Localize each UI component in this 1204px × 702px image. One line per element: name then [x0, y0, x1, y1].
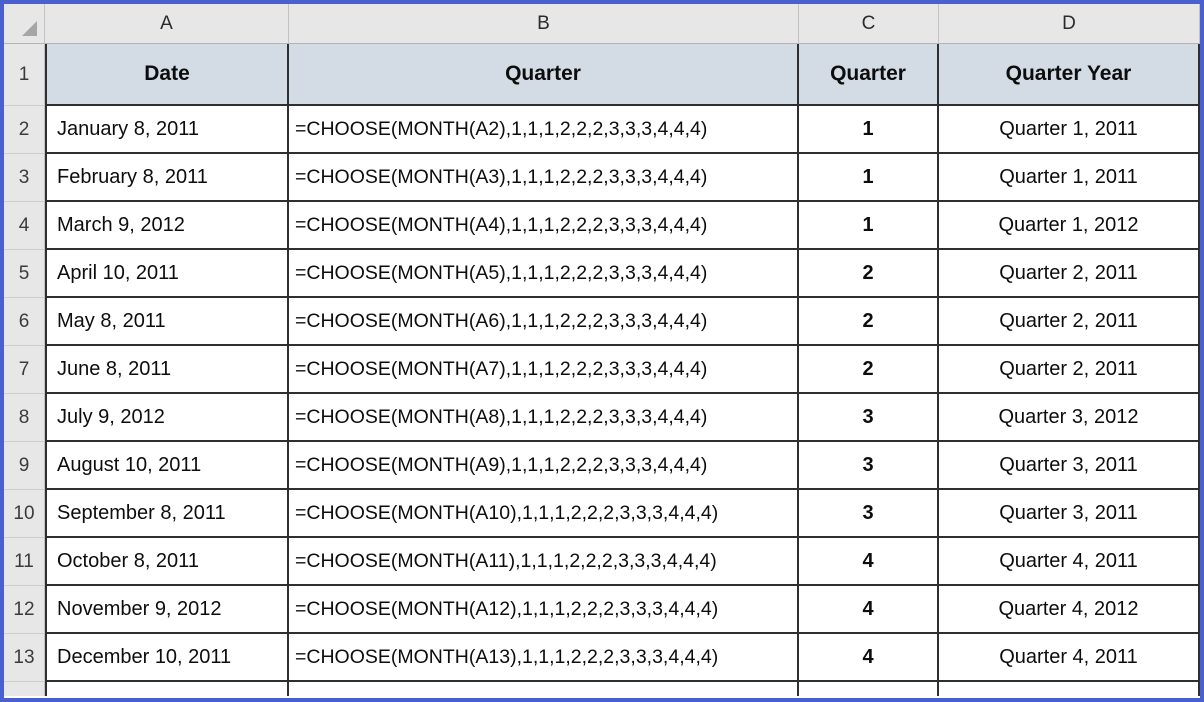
row-header-7[interactable]: 7: [4, 346, 45, 394]
select-all-triangle-icon: [22, 21, 37, 36]
cell-formula[interactable]: =CHOOSE(MONTH(A12),1,1,1,2,2,2,3,3,3,4,4…: [289, 586, 799, 634]
cell-quarter[interactable]: 1: [799, 154, 939, 202]
partial-cell-b: [289, 682, 799, 696]
cell-date[interactable]: December 10, 2011: [45, 634, 289, 682]
cell-formula[interactable]: =CHOOSE(MONTH(A10),1,1,1,2,2,2,3,3,3,4,4…: [289, 490, 799, 538]
cell-formula[interactable]: =CHOOSE(MONTH(A5),1,1,1,2,2,2,3,3,3,4,4,…: [289, 250, 799, 298]
select-all-button[interactable]: [4, 4, 45, 44]
cell-quarter[interactable]: 4: [799, 586, 939, 634]
table-row: 8 July 9, 2012 =CHOOSE(MONTH(A8),1,1,1,2,2…: [4, 394, 1200, 442]
table-row: 13 December 10, 2011 =CHOOSE(MONTH(A13),1,…: [4, 634, 1200, 682]
row-header-3[interactable]: 3: [4, 154, 45, 202]
spreadsheet-grid: A B C D 1 Date Quarter Quarter Quarter Y…: [0, 0, 1204, 702]
cell-date[interactable]: October 8, 2011: [45, 538, 289, 586]
cell-formula[interactable]: =CHOOSE(MONTH(A6),1,1,1,2,2,2,3,3,3,4,4,…: [289, 298, 799, 346]
cell-formula[interactable]: =CHOOSE(MONTH(A9),1,1,1,2,2,2,3,3,3,4,4,…: [289, 442, 799, 490]
cell-quarter-year[interactable]: Quarter 3, 2011: [939, 490, 1200, 538]
cell-date[interactable]: May 8, 2011: [45, 298, 289, 346]
cell-formula[interactable]: =CHOOSE(MONTH(A11),1,1,1,2,2,2,3,3,3,4,4…: [289, 538, 799, 586]
cell-formula[interactable]: =CHOOSE(MONTH(A8),1,1,1,2,2,2,3,3,3,4,4,…: [289, 394, 799, 442]
cell-date[interactable]: January 8, 2011: [45, 106, 289, 154]
partial-row: [4, 682, 1200, 696]
cell-quarter[interactable]: 3: [799, 490, 939, 538]
cell-formula[interactable]: =CHOOSE(MONTH(A13),1,1,1,2,2,2,3,3,3,4,4…: [289, 634, 799, 682]
row-header-partial: [4, 682, 45, 696]
table-row: 11 October 8, 2011 =CHOOSE(MONTH(A11),1,1,…: [4, 538, 1200, 586]
table-row: 9 August 10, 2011 =CHOOSE(MONTH(A9),1,1,1,…: [4, 442, 1200, 490]
cell-quarter[interactable]: 4: [799, 538, 939, 586]
header-cell-date[interactable]: Date: [45, 44, 289, 106]
cell-quarter-year[interactable]: Quarter 3, 2011: [939, 442, 1200, 490]
table-row: 5 April 10, 2011 =CHOOSE(MONTH(A5),1,1,1,2…: [4, 250, 1200, 298]
cell-quarter-year[interactable]: Quarter 4, 2011: [939, 634, 1200, 682]
table-row: 6 May 8, 2011 =CHOOSE(MONTH(A6),1,1,1,2,2,…: [4, 298, 1200, 346]
cell-quarter-year[interactable]: Quarter 3, 2012: [939, 394, 1200, 442]
cell-date[interactable]: February 8, 2011: [45, 154, 289, 202]
header-cell-quarter[interactable]: Quarter: [799, 44, 939, 106]
row-header-13[interactable]: 13: [4, 634, 45, 682]
row-header-10[interactable]: 10: [4, 490, 45, 538]
cell-quarter[interactable]: 1: [799, 202, 939, 250]
cell-quarter-year[interactable]: Quarter 2, 2011: [939, 298, 1200, 346]
table-body: 2 January 8, 2011 =CHOOSE(MONTH(A2),1,1,1,…: [4, 106, 1200, 682]
cell-quarter-year[interactable]: Quarter 2, 2011: [939, 250, 1200, 298]
table-row: 2 January 8, 2011 =CHOOSE(MONTH(A2),1,1,1,…: [4, 106, 1200, 154]
cell-date[interactable]: June 8, 2011: [45, 346, 289, 394]
cell-date[interactable]: July 9, 2012: [45, 394, 289, 442]
row-header-5[interactable]: 5: [4, 250, 45, 298]
table-row: 10 September 8, 2011 =CHOOSE(MONTH(A10),1,…: [4, 490, 1200, 538]
cell-quarter-year[interactable]: Quarter 1, 2012: [939, 202, 1200, 250]
cell-formula[interactable]: =CHOOSE(MONTH(A2),1,1,1,2,2,2,3,3,3,4,4,…: [289, 106, 799, 154]
row-header-8[interactable]: 8: [4, 394, 45, 442]
cell-quarter[interactable]: 2: [799, 250, 939, 298]
cell-quarter-year[interactable]: Quarter 4, 2012: [939, 586, 1200, 634]
cell-date[interactable]: August 10, 2011: [45, 442, 289, 490]
cell-quarter[interactable]: 2: [799, 346, 939, 394]
header-cell-quarter-formula[interactable]: Quarter: [289, 44, 799, 106]
partial-cell-d: [939, 682, 1200, 696]
cell-quarter[interactable]: 3: [799, 394, 939, 442]
column-header-a[interactable]: A: [45, 4, 289, 44]
column-header-d[interactable]: D: [939, 4, 1200, 44]
cell-quarter-year[interactable]: Quarter 1, 2011: [939, 154, 1200, 202]
cell-quarter-year[interactable]: Quarter 2, 2011: [939, 346, 1200, 394]
table-row: 7 June 8, 2011 =CHOOSE(MONTH(A7),1,1,1,2,2…: [4, 346, 1200, 394]
cell-formula[interactable]: =CHOOSE(MONTH(A3),1,1,1,2,2,2,3,3,3,4,4,…: [289, 154, 799, 202]
cell-quarter-year[interactable]: Quarter 1, 2011: [939, 106, 1200, 154]
table-header-row: 1 Date Quarter Quarter Quarter Year: [4, 44, 1200, 106]
cell-date[interactable]: September 8, 2011: [45, 490, 289, 538]
row-header-4[interactable]: 4: [4, 202, 45, 250]
cell-date[interactable]: April 10, 2011: [45, 250, 289, 298]
column-header-b[interactable]: B: [289, 4, 799, 44]
cell-date[interactable]: November 9, 2012: [45, 586, 289, 634]
cell-quarter[interactable]: 4: [799, 634, 939, 682]
partial-cell-a: [45, 682, 289, 696]
row-header-2[interactable]: 2: [4, 106, 45, 154]
cell-date[interactable]: March 9, 2012: [45, 202, 289, 250]
cell-quarter[interactable]: 1: [799, 106, 939, 154]
cell-quarter-year[interactable]: Quarter 4, 2011: [939, 538, 1200, 586]
column-header-strip: A B C D: [4, 4, 1200, 44]
table-row: 3 February 8, 2011 =CHOOSE(MONTH(A3),1,1,1…: [4, 154, 1200, 202]
table-row: 4 March 9, 2012 =CHOOSE(MONTH(A4),1,1,1,2,…: [4, 202, 1200, 250]
column-header-c[interactable]: C: [799, 4, 939, 44]
cell-formula[interactable]: =CHOOSE(MONTH(A4),1,1,1,2,2,2,3,3,3,4,4,…: [289, 202, 799, 250]
partial-cell-c: [799, 682, 939, 696]
table-row: 12 November 9, 2012 =CHOOSE(MONTH(A12),1,1…: [4, 586, 1200, 634]
row-header-1[interactable]: 1: [4, 44, 45, 106]
header-cell-quarter-year[interactable]: Quarter Year: [939, 44, 1200, 106]
row-header-11[interactable]: 11: [4, 538, 45, 586]
cell-formula[interactable]: =CHOOSE(MONTH(A7),1,1,1,2,2,2,3,3,3,4,4,…: [289, 346, 799, 394]
cell-quarter[interactable]: 3: [799, 442, 939, 490]
row-header-12[interactable]: 12: [4, 586, 45, 634]
row-header-6[interactable]: 6: [4, 298, 45, 346]
row-header-9[interactable]: 9: [4, 442, 45, 490]
cell-quarter[interactable]: 2: [799, 298, 939, 346]
